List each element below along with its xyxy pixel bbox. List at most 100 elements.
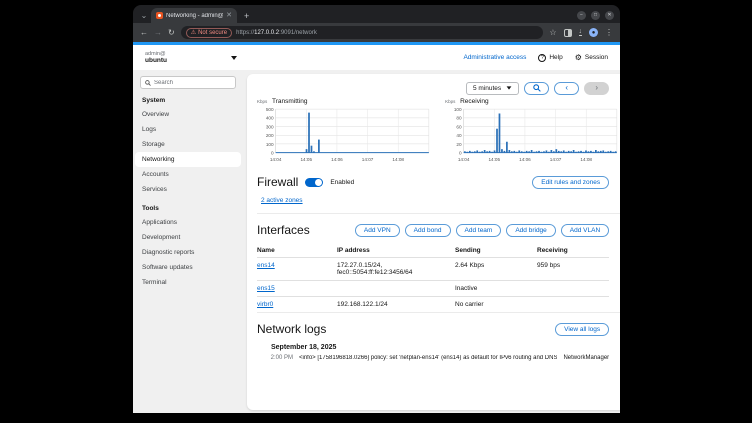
magnifier-icon	[533, 84, 541, 92]
sidebar-item-development[interactable]: Development	[133, 230, 243, 245]
administrative-access-link[interactable]: Administrative access	[463, 54, 526, 61]
tab-strip: ⌄ Networking - admin@u ✕ + − □ ✕	[133, 5, 620, 23]
table-row: ens15 Inactive	[257, 281, 609, 297]
masthead: admin@ ubuntu Administrative access ? He…	[133, 45, 620, 70]
user-menu[interactable]: admin@ ubuntu	[145, 51, 237, 64]
ip-address: 172.27.0.15/24,	[337, 262, 455, 269]
sidebar-item-terminal[interactable]: Terminal	[133, 275, 243, 290]
receiving-plot: 10080604020014:0414:0514:0614:0714:08	[445, 105, 620, 165]
interface-link-ens14[interactable]: ens14	[257, 262, 275, 269]
network-logs-title: Network logs	[257, 322, 326, 336]
table-row: ens14 172.27.0.15/24, fec0::5054:ff:fe12…	[257, 258, 609, 281]
sidebar-item-applications[interactable]: Applications	[133, 215, 243, 230]
graph-controls: 5 minutes ‹ ›	[257, 80, 620, 96]
bookmark-star-icon[interactable]: ☆	[549, 29, 556, 37]
log-source: NetworkManager	[563, 355, 609, 361]
sending-value: Inactive	[455, 281, 537, 297]
side-panel-icon[interactable]	[564, 29, 572, 37]
forward-icon[interactable]: →	[154, 29, 162, 37]
main-area: 5 minutes ‹ › Kbps Trans	[243, 70, 620, 413]
search-input[interactable]	[154, 80, 231, 86]
not-secure-chip[interactable]: ⚠ Not secure	[186, 28, 232, 38]
table-row: virbr0 192.168.122.1/24 No carrier	[257, 297, 609, 313]
sidebar-item-diagnostic-reports[interactable]: Diagnostic reports	[133, 245, 243, 260]
close-button[interactable]: ✕	[605, 11, 614, 20]
url-host: 127.0.0.2	[254, 30, 279, 36]
interfaces-title: Interfaces	[257, 223, 310, 237]
active-zones-link[interactable]: 2 active zones	[261, 197, 303, 204]
svg-text:14:04: 14:04	[458, 157, 470, 162]
tab-search-chevron-icon[interactable]: ⌄	[137, 8, 151, 22]
interface-link-ens15[interactable]: ens15	[257, 285, 275, 292]
svg-text:200: 200	[266, 133, 274, 138]
minimize-button[interactable]: −	[577, 11, 586, 20]
new-tab-button[interactable]: +	[244, 12, 249, 21]
receiving-value: 959 bps	[537, 258, 609, 281]
chart-unit-label: Kbps	[257, 99, 272, 104]
sidebar-item-services[interactable]: Services	[133, 182, 243, 197]
svg-text:14:08: 14:08	[392, 157, 404, 162]
svg-text:14:07: 14:07	[362, 157, 374, 162]
sidebar-heading-tools: Tools	[142, 205, 234, 212]
add-vpn-button[interactable]: Add VPN	[355, 224, 400, 237]
network-logs-header: Network logs View all logs	[257, 322, 620, 336]
chart-title: Receiving	[460, 98, 489, 105]
browser-toolbar: ← → ↻ ⚠ Not secure https://127.0.0.2:909…	[133, 23, 620, 42]
svg-text:80: 80	[456, 116, 462, 121]
chevron-left-icon: ‹	[565, 84, 568, 92]
add-vlan-button[interactable]: Add VLAN	[561, 224, 609, 237]
add-bond-button[interactable]: Add bond	[405, 224, 451, 237]
toolbar-right-icons: ☆ ↓ ● ⋮	[549, 28, 613, 37]
profile-avatar[interactable]: ●	[589, 28, 598, 37]
chart-unit-label: Kbps	[445, 99, 460, 104]
session-menu[interactable]: ⚙ Session	[575, 54, 608, 62]
sidebar-item-networking[interactable]: Networking	[135, 152, 241, 167]
sidebar-item-overview[interactable]: Overview	[133, 107, 243, 122]
charts-row: Kbps Transmitting 500400300200100014:041…	[257, 98, 620, 165]
chevron-down-icon	[507, 86, 512, 89]
edit-rules-button[interactable]: Edit rules and zones	[532, 176, 609, 189]
browser-window: ⌄ Networking - admin@u ✕ + − □ ✕ ← → ↻ ⚠…	[133, 5, 620, 413]
add-team-button[interactable]: Add team	[456, 224, 502, 237]
zoom-out-button[interactable]	[524, 82, 549, 95]
desktop-background: ⌄ Networking - admin@u ✕ + − □ ✕ ← → ↻ ⚠…	[0, 0, 752, 423]
add-bridge-button[interactable]: Add bridge	[506, 224, 555, 237]
view-all-logs-button[interactable]: View all logs	[555, 323, 609, 336]
sidebar-item-storage[interactable]: Storage	[133, 137, 243, 152]
previous-range-button[interactable]: ‹	[554, 82, 579, 95]
gear-icon: ⚙	[575, 54, 582, 62]
firewall-toggle[interactable]	[305, 178, 323, 187]
chevron-down-icon	[231, 56, 237, 60]
svg-text:14:07: 14:07	[550, 157, 562, 162]
cockpit-favicon-icon	[156, 12, 163, 19]
download-icon[interactable]: ↓	[579, 29, 583, 36]
back-icon[interactable]: ←	[140, 29, 148, 37]
svg-text:14:08: 14:08	[580, 157, 592, 162]
browser-tab[interactable]: Networking - admin@u ✕	[151, 8, 237, 23]
sidebar-item-software-updates[interactable]: Software updates	[133, 260, 243, 275]
log-time: 2:00 PM	[265, 355, 293, 361]
chevron-right-icon: ›	[595, 84, 598, 92]
tab-title: Networking - admin@u	[166, 13, 223, 19]
tab-close-icon[interactable]: ✕	[226, 12, 232, 19]
sidebar-item-accounts[interactable]: Accounts	[133, 167, 243, 182]
sidebar-item-logs[interactable]: Logs	[133, 122, 243, 137]
interface-link-virbr0[interactable]: virbr0	[257, 301, 273, 308]
log-entry[interactable]: 2:00 PM <info> [1758196818.0266] policy:…	[265, 355, 609, 361]
receiving-value	[537, 297, 609, 313]
reload-icon[interactable]: ↻	[168, 29, 175, 37]
time-range-select[interactable]: 5 minutes	[466, 82, 519, 95]
next-range-button[interactable]: ›	[584, 82, 609, 95]
interface-buttons: Add VPN Add bond Add team Add bridge Add…	[355, 224, 609, 237]
sidebar-search[interactable]	[140, 76, 236, 89]
help-menu[interactable]: ? Help	[538, 54, 562, 62]
log-message: <info> [1758196818.0266] policy: set 'ne…	[299, 355, 557, 361]
url-path: :9091/network	[279, 30, 317, 36]
column-header-ip: IP address	[337, 244, 455, 258]
browser-menu-icon[interactable]: ⋮	[605, 29, 613, 37]
url-bar[interactable]: ⚠ Not secure https://127.0.0.2:9091/netw…	[181, 26, 544, 39]
sidebar: System Overview Logs Storage Networking …	[133, 70, 243, 413]
maximize-button[interactable]: □	[591, 11, 600, 20]
sending-value: No carrier	[455, 297, 537, 313]
section-divider	[257, 213, 620, 214]
